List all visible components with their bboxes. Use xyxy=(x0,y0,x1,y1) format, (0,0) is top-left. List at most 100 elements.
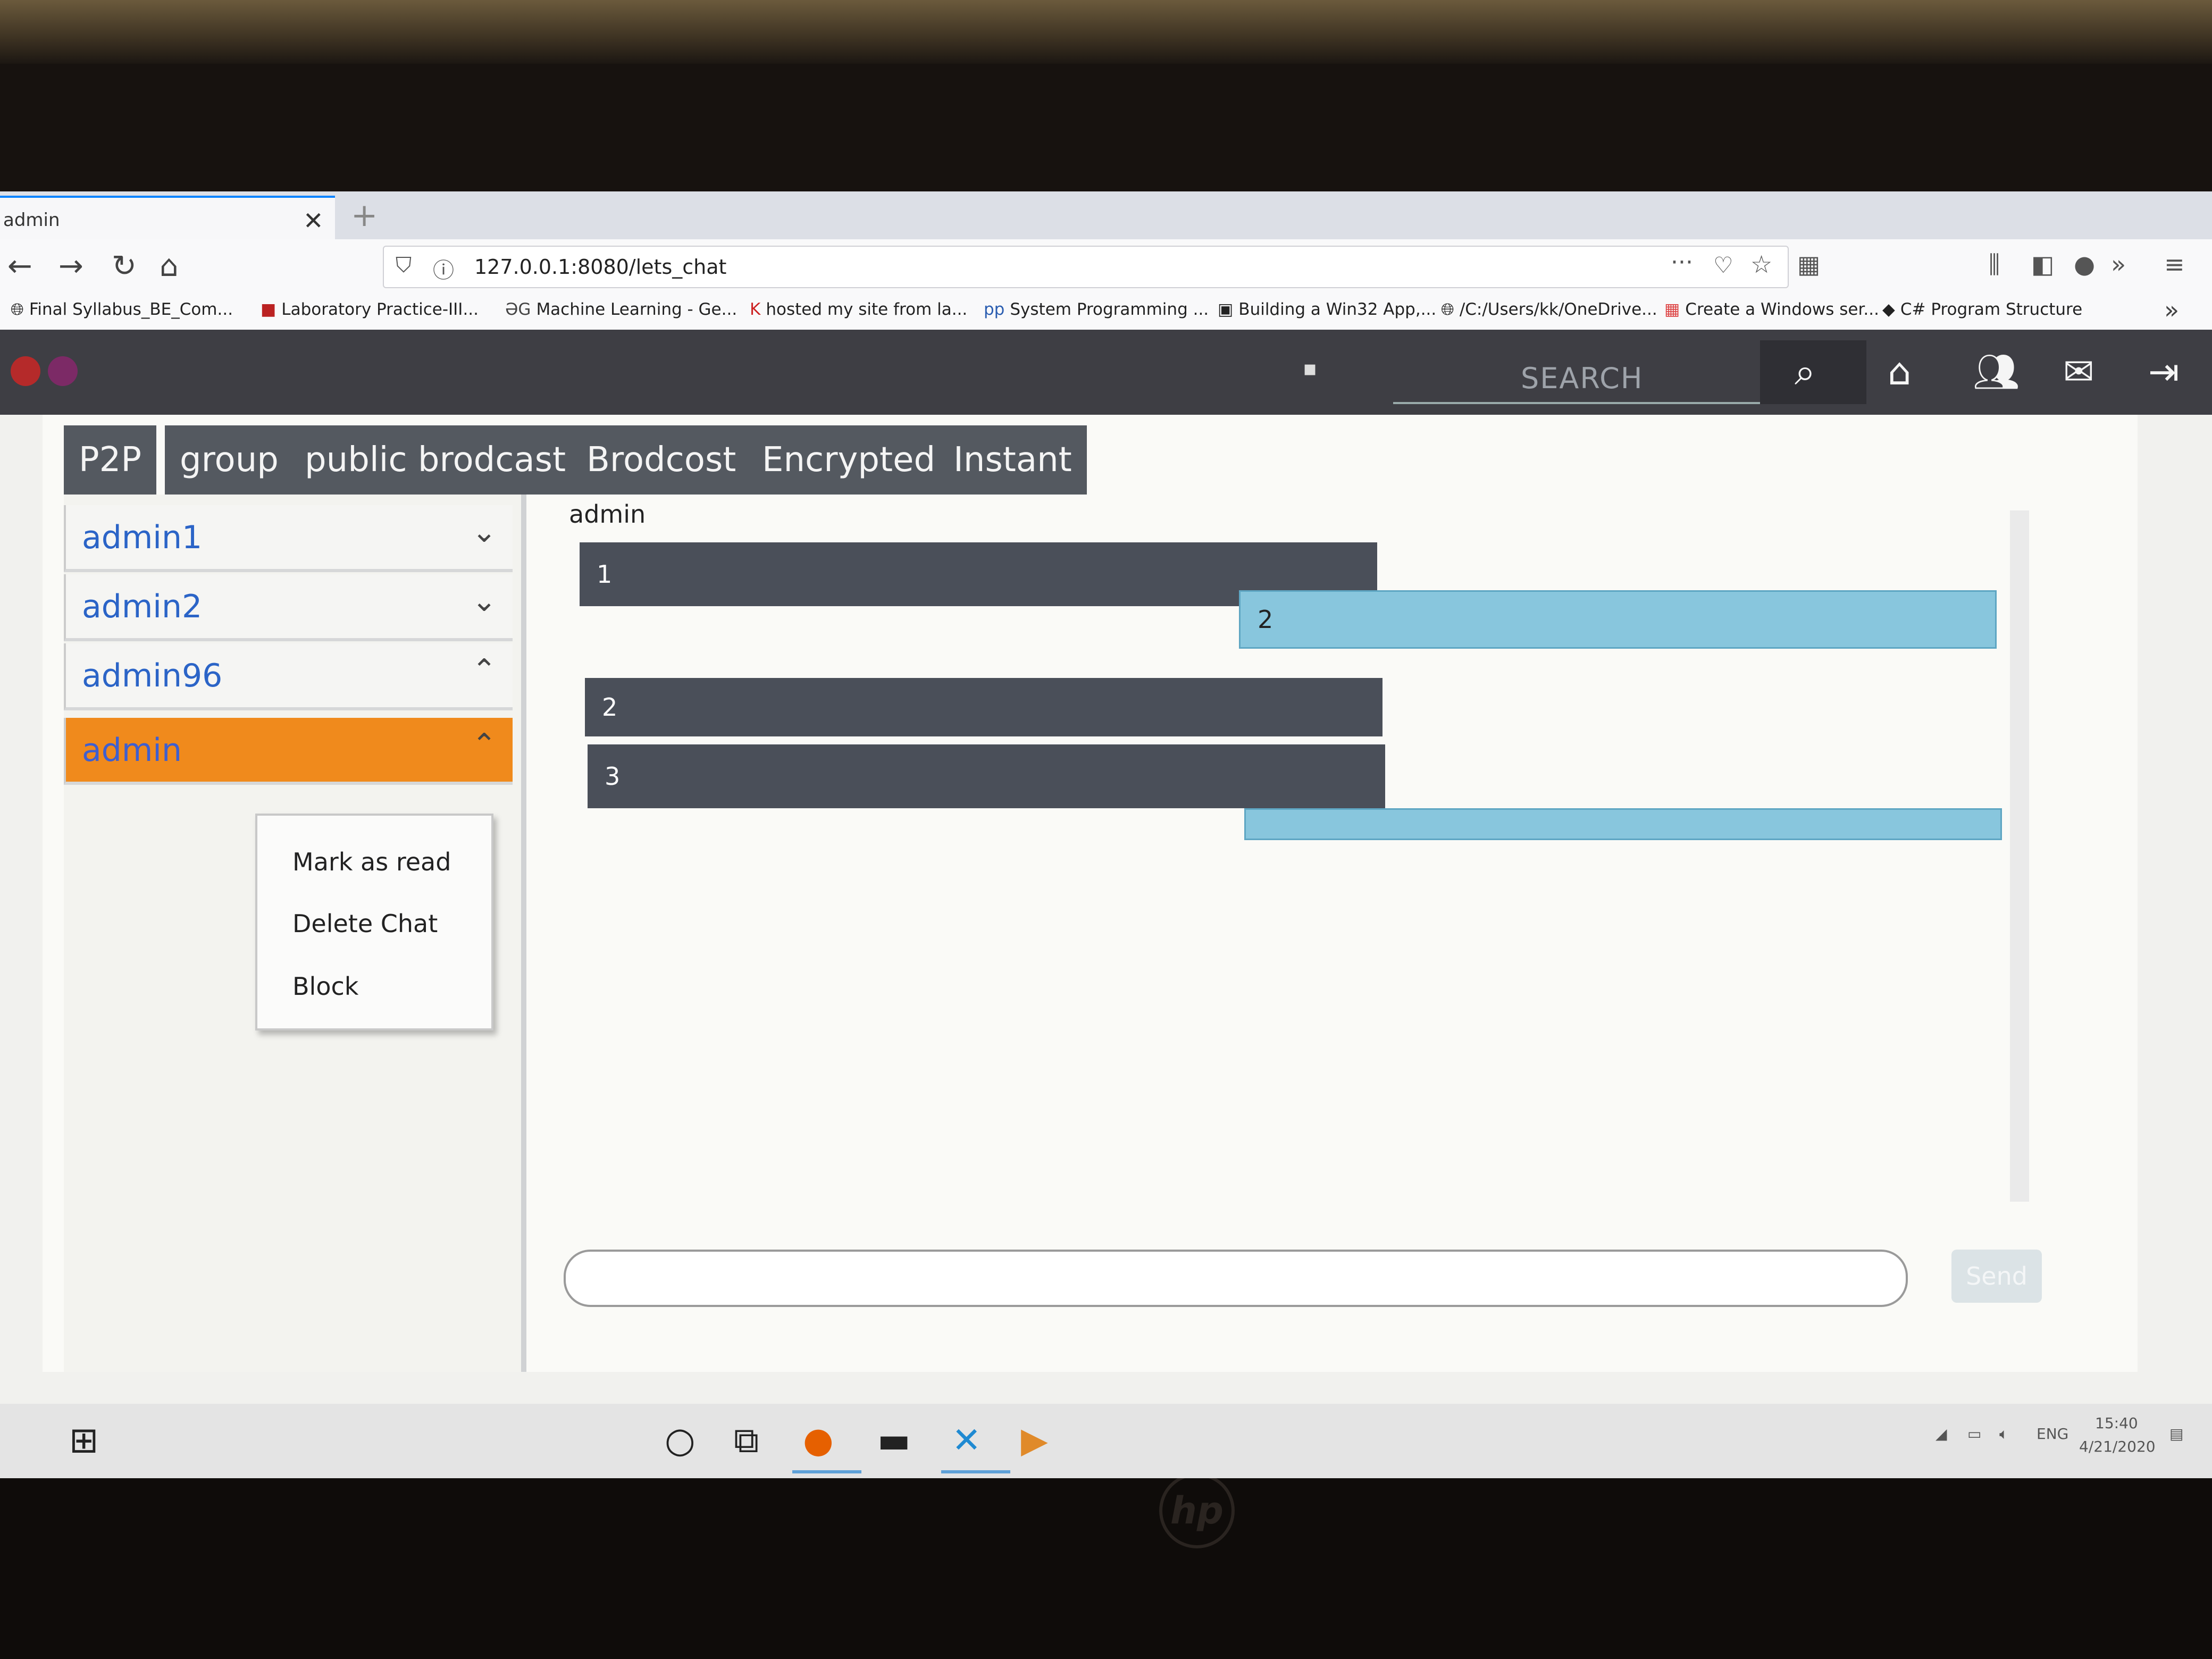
windows-start-icon[interactable]: ⊞ xyxy=(69,1420,98,1461)
cortana-circle-icon[interactable]: ○ xyxy=(665,1420,696,1461)
site-info-icon[interactable]: ⓘ xyxy=(433,253,454,284)
windows-taskbar: ⊞ ○ ⧉ ● ▬ ✕ ▶ ◢ ▭ 🔈︎ ENG 15:40 4/21/2020… xyxy=(0,1404,2212,1478)
logout-icon[interactable]: ⇥ xyxy=(2148,350,2180,393)
send-button[interactable]: Send xyxy=(1951,1250,2042,1303)
sidebar-icon[interactable]: ◧ xyxy=(2031,250,2054,279)
page-actions-icon[interactable]: ··· xyxy=(1671,249,1693,276)
users-icon[interactable]: 👥︎ xyxy=(1973,350,2020,394)
overflow-chevrons-icon[interactable]: » xyxy=(2111,250,2126,279)
hamburger-menu-icon[interactable]: ≡ xyxy=(2164,250,2185,279)
chevron-down-icon[interactable]: ⌄ xyxy=(472,584,497,618)
bookmark-item[interactable]: 🌐︎ /C:/Users/kk/OneDrive... xyxy=(1441,300,1657,320)
reload-icon[interactable]: ↻ xyxy=(112,249,137,283)
bookmark-item[interactable]: ◆ C# Program Structure xyxy=(1882,300,2082,319)
vscode-icon[interactable]: ✕ xyxy=(952,1420,981,1461)
chat-title: admin xyxy=(569,500,646,529)
chevron-up-icon[interactable]: ⌃ xyxy=(472,727,497,762)
menu-item-mark-as-read[interactable]: Mark as read xyxy=(292,848,451,876)
bookmark-item[interactable]: Khosted my site from la... xyxy=(750,300,967,319)
bookmark-label: System Programming ... xyxy=(1010,300,1209,319)
bookmark-label: Final Syllabus_BE_Com... xyxy=(29,300,233,319)
globe-icon: 🌐︎ xyxy=(1441,300,1454,319)
library-icon[interactable]: ⫼ xyxy=(1989,250,2000,280)
tab-public-brodcast[interactable]: public brodcast xyxy=(290,425,581,495)
back-arrow-icon[interactable]: ← xyxy=(7,249,32,283)
menu-item-delete-chat[interactable]: Delete Chat xyxy=(292,909,438,938)
clock-time[interactable]: 15:40 xyxy=(2095,1414,2138,1432)
browser-tab-strip: admin ✕ + xyxy=(0,191,2212,241)
notifications-icon[interactable]: ▤ xyxy=(2169,1425,2183,1443)
microsoft-icon: ▦ xyxy=(1664,300,1680,319)
tab-brodcost[interactable]: Brodcost xyxy=(572,425,751,495)
tab-instant[interactable]: Instant xyxy=(939,425,1087,495)
volume-icon[interactable]: 🔈︎ xyxy=(1999,1425,2008,1443)
contact-name: admin2 xyxy=(82,588,203,625)
contact-item-admin[interactable]: admin ⌃ xyxy=(64,718,513,785)
contact-item-admin1[interactable]: admin1 ⌄ xyxy=(64,505,513,572)
wifi-icon[interactable]: ◢ xyxy=(1936,1425,1947,1443)
pocket-icon[interactable]: ♡ xyxy=(1713,252,1733,278)
bookmark-item[interactable]: ■ Laboratory Practice-III... xyxy=(261,300,479,319)
search-icon[interactable]: ⌕ xyxy=(1795,350,1815,394)
tab-group[interactable]: group xyxy=(165,425,294,495)
browser-nav-bar: ← → ↻ ⌂ ⛉ ⓘ 127.0.0.1:8080/lets_chat ···… xyxy=(0,239,2212,292)
active-app-indicator xyxy=(941,1470,1010,1473)
message-bubble-incoming: 2 xyxy=(1239,590,1997,649)
task-view-icon[interactable]: ⧉ xyxy=(734,1420,759,1462)
message-input[interactable] xyxy=(564,1250,1908,1307)
bookmark-item[interactable]: 🌐︎ Final Syllabus_BE_Com... xyxy=(11,300,233,320)
bookmark-item[interactable]: ▦ Create a Windows ser... xyxy=(1664,300,1879,319)
screen: admin ✕ + ← → ↻ ⌂ ⛉ ⓘ 127.0.0.1:8080/let… xyxy=(0,191,2212,1478)
quora-icon: K xyxy=(750,300,761,319)
chat-scrollbar[interactable] xyxy=(2010,510,2029,1202)
language-indicator[interactable]: ENG xyxy=(2037,1425,2068,1443)
laptop-base xyxy=(0,1468,2212,1659)
bookmark-label: Create a Windows ser... xyxy=(1685,300,1879,319)
close-tab-icon[interactable]: ✕ xyxy=(303,206,324,235)
bookmark-star-icon[interactable]: ☆ xyxy=(1750,250,1772,279)
bookmark-item[interactable]: ▣ Building a Win32 App,... xyxy=(1218,300,1436,319)
mail-icon[interactable]: ✉ xyxy=(2063,350,2094,393)
url-bar[interactable]: ⛉ ⓘ 127.0.0.1:8080/lets_chat ··· ♡ ☆ xyxy=(383,246,1789,288)
bookmark-item[interactable]: ƏG Machine Learning - Ge... xyxy=(505,300,737,319)
tab-encrypted[interactable]: Encrypted xyxy=(747,425,951,495)
message-bubble-outgoing: 3 xyxy=(588,744,1385,808)
clock-date[interactable]: 4/21/2020 xyxy=(2079,1438,2156,1455)
logo-shape xyxy=(48,356,78,386)
menu-item-block[interactable]: Block xyxy=(292,972,358,1001)
forward-arrow-icon[interactable]: → xyxy=(58,249,83,283)
home-icon[interactable]: ⌂ xyxy=(160,249,179,283)
bookmark-label: Building a Win32 App,... xyxy=(1238,300,1437,319)
chevron-down-icon[interactable]: ⌄ xyxy=(472,515,497,549)
contact-context-menu: Mark as read Delete Chat Block xyxy=(255,814,493,1030)
url-text[interactable]: 127.0.0.1:8080/lets_chat xyxy=(474,255,726,279)
battery-icon[interactable]: ▭ xyxy=(1967,1425,1981,1443)
chat-app: P2P group public brodcast Brodcost Encry… xyxy=(43,415,2138,1372)
tracking-shield-icon[interactable]: ⛉ xyxy=(396,253,412,278)
active-app-indicator xyxy=(792,1470,861,1473)
account-icon[interactable]: ● xyxy=(2074,250,2095,279)
new-tab-button[interactable]: + xyxy=(351,197,378,234)
firefox-icon[interactable]: ● xyxy=(803,1420,834,1461)
extensions-grid-icon[interactable]: ▦ xyxy=(1797,250,1820,279)
chevron-up-icon[interactable]: ⌃ xyxy=(472,653,497,688)
app-logo[interactable] xyxy=(11,356,80,393)
browser-tab-title: admin xyxy=(3,210,60,231)
geeksforgeeks-icon: ƏG xyxy=(505,300,531,319)
logo-shape xyxy=(11,356,40,386)
contact-item-admin96[interactable]: admin96 ⌃ xyxy=(64,643,513,710)
search-input[interactable]: SEARCH xyxy=(1393,351,1760,404)
search-placeholder: SEARCH xyxy=(1521,362,1644,395)
header-small-icon: ▪ xyxy=(1303,356,1318,381)
bookmark-item[interactable]: pp System Programming ... xyxy=(984,300,1209,319)
bookmarks-overflow-icon[interactable]: » xyxy=(2164,296,2179,324)
hp-logo: hp xyxy=(1159,1473,1235,1548)
contact-item-admin2[interactable]: admin2 ⌄ xyxy=(64,574,513,641)
diamond-icon: ◆ xyxy=(1882,300,1895,319)
home-icon[interactable]: ⌂ xyxy=(1888,350,1911,393)
media-player-icon[interactable]: ▶ xyxy=(1021,1420,1048,1461)
browser-tab[interactable]: admin ✕ xyxy=(0,196,335,241)
terminal-icon[interactable]: ▬ xyxy=(877,1420,910,1461)
tab-p2p[interactable]: P2P xyxy=(64,425,156,495)
background-wall xyxy=(0,0,2212,64)
